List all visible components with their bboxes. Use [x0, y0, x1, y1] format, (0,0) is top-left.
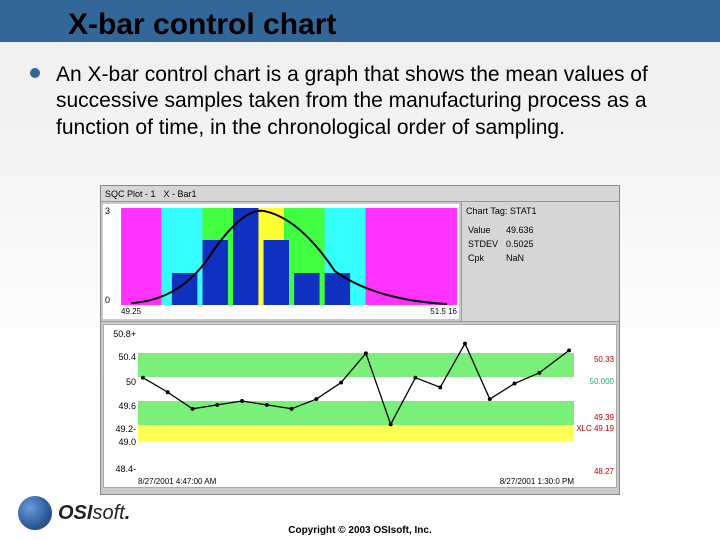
figure-titlebar: SQC Plot - 1 X - Bar1	[101, 186, 619, 202]
limit-center: 50.000	[590, 377, 614, 386]
stats-table: Value49.636 STDEV0.5025 CpkNaN	[466, 222, 542, 266]
stdev-label: STDEV	[468, 238, 504, 250]
limit-l3: 48.27	[594, 467, 614, 476]
histogram-chart: 3 0	[103, 204, 459, 319]
ytick-6: 48.4-	[115, 464, 136, 474]
xbar-plot: 50.33 50.000 49.39 XLC 49.19 48.27	[138, 329, 574, 473]
ytick-0: 50.8+	[113, 329, 136, 339]
logo-soft: soft	[92, 502, 124, 524]
hist-x-right: 51.5 16	[430, 307, 457, 319]
fig-tab-2: X - Bar1	[164, 189, 197, 199]
limit-l1: 49.39	[594, 413, 614, 422]
hist-x-axis: 49.25 51.5 16	[121, 307, 457, 319]
xbar-chart: 50.8+ 50.4 50 49.6 49.2- 49.0 48.4- 50.3…	[103, 324, 617, 488]
ytick-4: 49.2-	[115, 424, 136, 434]
hist-plot	[121, 208, 457, 305]
hist-y-axis: 3 0	[105, 206, 119, 305]
slide-title: X-bar control chart	[68, 8, 344, 42]
logo-bold: OSI	[58, 502, 92, 524]
fig-tab-1: SQC Plot - 1	[105, 189, 156, 199]
hist-x-left: 49.25	[121, 307, 141, 319]
cpk-value: NaN	[506, 252, 540, 264]
xbar-x-left: 8/27/2001 4:47:00 AM	[138, 477, 216, 486]
xbar-y-axis: 50.8+ 50.4 50 49.6 49.2- 49.0 48.4-	[106, 329, 136, 473]
limit-u1: 50.33	[594, 355, 614, 364]
copyright-text: Copyright © 2003 OSIsoft, Inc.	[0, 525, 720, 536]
logo-text: OSIsoft.	[58, 502, 130, 525]
value-value: 49.636	[506, 224, 540, 236]
body-paragraph: An X-bar control chart is a graph that s…	[56, 62, 676, 141]
xbar-x-axis: 8/27/2001 4:47:00 AM 8/27/2001 1:30:0 PM	[138, 477, 574, 486]
limit-l2: XLC 49.19	[576, 424, 614, 433]
xbar-x-right: 8/27/2001 1:30:0 PM	[500, 477, 574, 486]
bullet-icon	[30, 68, 40, 78]
chart-tag-header: Chart Tag: STAT1	[466, 206, 615, 216]
stdev-value: 0.5025	[506, 238, 540, 250]
cpk-label: Cpk	[468, 252, 504, 264]
hist-y-max: 3	[105, 206, 110, 216]
hist-y-min: 0	[105, 295, 110, 305]
chart-info-panel: Chart Tag: STAT1 Value49.636 STDEV0.5025…	[461, 202, 619, 321]
ytick-1: 50.4	[118, 352, 136, 362]
ytick-5: 49.0	[118, 437, 136, 447]
ytick-3: 49.6	[118, 401, 136, 411]
value-label: Value	[468, 224, 504, 236]
spc-screenshot: SQC Plot - 1 X - Bar1 3 0	[100, 185, 620, 495]
ytick-2: 50	[126, 377, 136, 387]
